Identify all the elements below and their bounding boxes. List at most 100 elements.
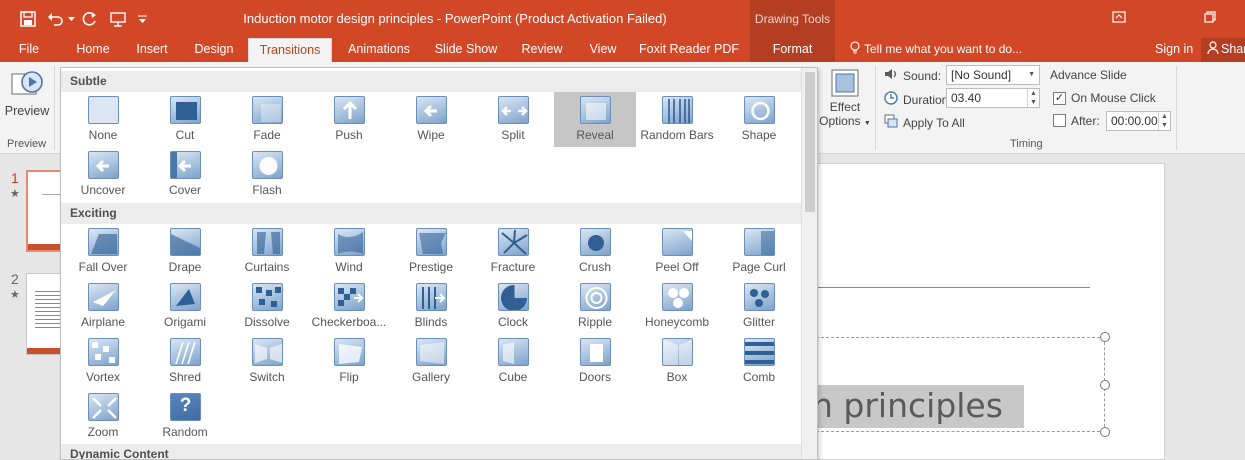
- transition-switch[interactable]: Switch: [226, 334, 308, 389]
- transition-clock[interactable]: Clock: [472, 279, 554, 334]
- transition-zoom[interactable]: Zoom: [62, 389, 144, 444]
- title-bar: Induction motor design principles - Powe…: [0, 0, 1245, 38]
- transition-random-bars[interactable]: Random Bars: [636, 92, 718, 147]
- transition-fall-over[interactable]: Fall Over: [62, 224, 144, 279]
- tab-home[interactable]: Home: [68, 38, 118, 62]
- transition-label: Cut: [175, 128, 195, 142]
- ribbon-display-options-icon[interactable]: [1106, 6, 1132, 28]
- tab-foxit-reader-pdf[interactable]: Foxit Reader PDF: [636, 38, 742, 62]
- transition-fade[interactable]: Fade: [226, 92, 308, 147]
- transition-origami-icon: [170, 283, 201, 311]
- transition-comb[interactable]: Comb: [718, 334, 800, 389]
- transition-wind[interactable]: Wind: [308, 224, 390, 279]
- effect-options-button[interactable]: Effect Options ▼: [818, 66, 872, 136]
- spin-buttons[interactable]: ▲ ▼: [1027, 89, 1039, 107]
- after-checkbox[interactable]: [1053, 114, 1066, 127]
- restore-window-icon[interactable]: [1197, 6, 1223, 28]
- transition-flash[interactable]: Flash: [226, 147, 308, 202]
- chevron-down-icon: ▼: [1028, 71, 1035, 78]
- transition-fracture-icon: [498, 228, 529, 256]
- transition-ripple[interactable]: Ripple: [554, 279, 636, 334]
- transition-peel-off[interactable]: Peel Off: [636, 224, 718, 279]
- transition-honeycomb[interactable]: Honeycomb: [636, 279, 718, 334]
- transition-blinds[interactable]: Blinds: [390, 279, 472, 334]
- transition-cut[interactable]: Cut: [144, 92, 226, 147]
- ribbon-tabs: File Home Insert Design Transitions Anim…: [0, 38, 1245, 62]
- transition-airplane[interactable]: Airplane: [62, 279, 144, 334]
- sign-in-link[interactable]: Sign in: [1155, 38, 1193, 62]
- resize-handle[interactable]: [1100, 427, 1110, 437]
- transition-drape[interactable]: Drape: [144, 224, 226, 279]
- transition-label: Flip: [339, 370, 359, 384]
- gallery-scrollbar[interactable]: [801, 68, 817, 459]
- transition-label: Uncover: [80, 183, 126, 197]
- transition-none[interactable]: None: [62, 92, 144, 147]
- transition-reveal[interactable]: Reveal: [554, 92, 636, 147]
- sound-dropdown[interactable]: [No Sound] ▼: [946, 65, 1040, 85]
- slide-divider-line: [816, 287, 1090, 288]
- question-mark-icon: ?: [179, 395, 192, 416]
- transition-uncover[interactable]: Uncover: [62, 147, 144, 202]
- transition-star-icon: ★: [10, 289, 20, 301]
- transition-peel-off-icon: [662, 228, 693, 256]
- tab-transitions[interactable]: Transitions: [248, 38, 332, 62]
- preview-button[interactable]: Preview: [4, 66, 50, 126]
- tab-slide-show[interactable]: Slide Show: [428, 38, 504, 62]
- tab-design[interactable]: Design: [186, 38, 242, 62]
- tab-view[interactable]: View: [580, 38, 626, 62]
- transition-cover[interactable]: Cover: [144, 147, 226, 202]
- transition-gallery[interactable]: Gallery: [390, 334, 472, 389]
- transition-label: Fall Over: [78, 260, 128, 274]
- transition-random[interactable]: ? Random: [144, 389, 226, 444]
- transition-page-curl[interactable]: Page Curl: [718, 224, 800, 279]
- tab-review[interactable]: Review: [514, 38, 570, 62]
- transition-crush[interactable]: Crush: [554, 224, 636, 279]
- transition-label: Zoom: [87, 425, 119, 439]
- apply-to-all-button[interactable]: Apply To All: [884, 114, 965, 131]
- clock-icon: [884, 91, 898, 108]
- transition-doors[interactable]: Doors: [554, 334, 636, 389]
- transition-cube[interactable]: Cube: [472, 334, 554, 389]
- transition-split[interactable]: Split: [472, 92, 554, 147]
- on-mouse-click-checkbox[interactable]: ✓: [1053, 92, 1066, 105]
- transition-glitter[interactable]: Glitter: [718, 279, 800, 334]
- transition-dissolve[interactable]: Dissolve: [226, 279, 308, 334]
- transition-glitter-icon: [744, 283, 775, 311]
- resize-handle[interactable]: [1100, 332, 1110, 342]
- after-stepper[interactable]: 00:00.00 ▲ ▼: [1106, 111, 1171, 131]
- transition-uncover-icon: [88, 151, 119, 179]
- transition-curtains[interactable]: Curtains: [226, 224, 308, 279]
- transition-label: Page Curl: [732, 260, 786, 274]
- tab-file[interactable]: File: [10, 38, 48, 62]
- tab-format[interactable]: Format: [750, 38, 835, 62]
- transition-shred[interactable]: Shred: [144, 334, 226, 389]
- share-button[interactable]: Share: [1201, 38, 1245, 62]
- transition-label: Fracture: [490, 260, 536, 274]
- transition-checkerboa[interactable]: Checkerboa...: [308, 279, 390, 334]
- transition-wipe[interactable]: Wipe: [390, 92, 472, 147]
- tab-animations[interactable]: Animations: [339, 38, 419, 62]
- transition-prestige[interactable]: Prestige: [390, 224, 472, 279]
- transition-flip[interactable]: Flip: [308, 334, 390, 389]
- scrollbar-thumb[interactable]: [805, 72, 815, 212]
- transition-vortex[interactable]: Vortex: [62, 334, 144, 389]
- transition-label: Comb: [742, 370, 775, 384]
- spin-buttons[interactable]: ▲ ▼: [1158, 112, 1170, 130]
- transition-origami[interactable]: Origami: [144, 279, 226, 334]
- tell-me-search[interactable]: Tell me what you want to do...: [850, 38, 1022, 62]
- transition-box[interactable]: Box: [636, 334, 718, 389]
- transition-label: Switch: [249, 370, 285, 384]
- transition-label: Honeycomb: [644, 315, 710, 329]
- transition-label: Wipe: [417, 128, 445, 142]
- duration-stepper[interactable]: 03.40 ▲ ▼: [946, 88, 1040, 108]
- sound-label-row: Sound:: [884, 68, 941, 83]
- transition-fracture[interactable]: Fracture: [472, 224, 554, 279]
- transition-shape[interactable]: Shape: [718, 92, 800, 147]
- after-value: 00:00.00: [1111, 114, 1158, 128]
- transition-push[interactable]: Push: [308, 92, 390, 147]
- section-header-subtle: Subtle: [61, 71, 801, 92]
- slide-title-text[interactable]: n principles: [816, 385, 1024, 428]
- tab-insert[interactable]: Insert: [128, 38, 176, 62]
- transition-label: Curtains: [244, 260, 290, 274]
- resize-handle[interactable]: [1100, 380, 1110, 390]
